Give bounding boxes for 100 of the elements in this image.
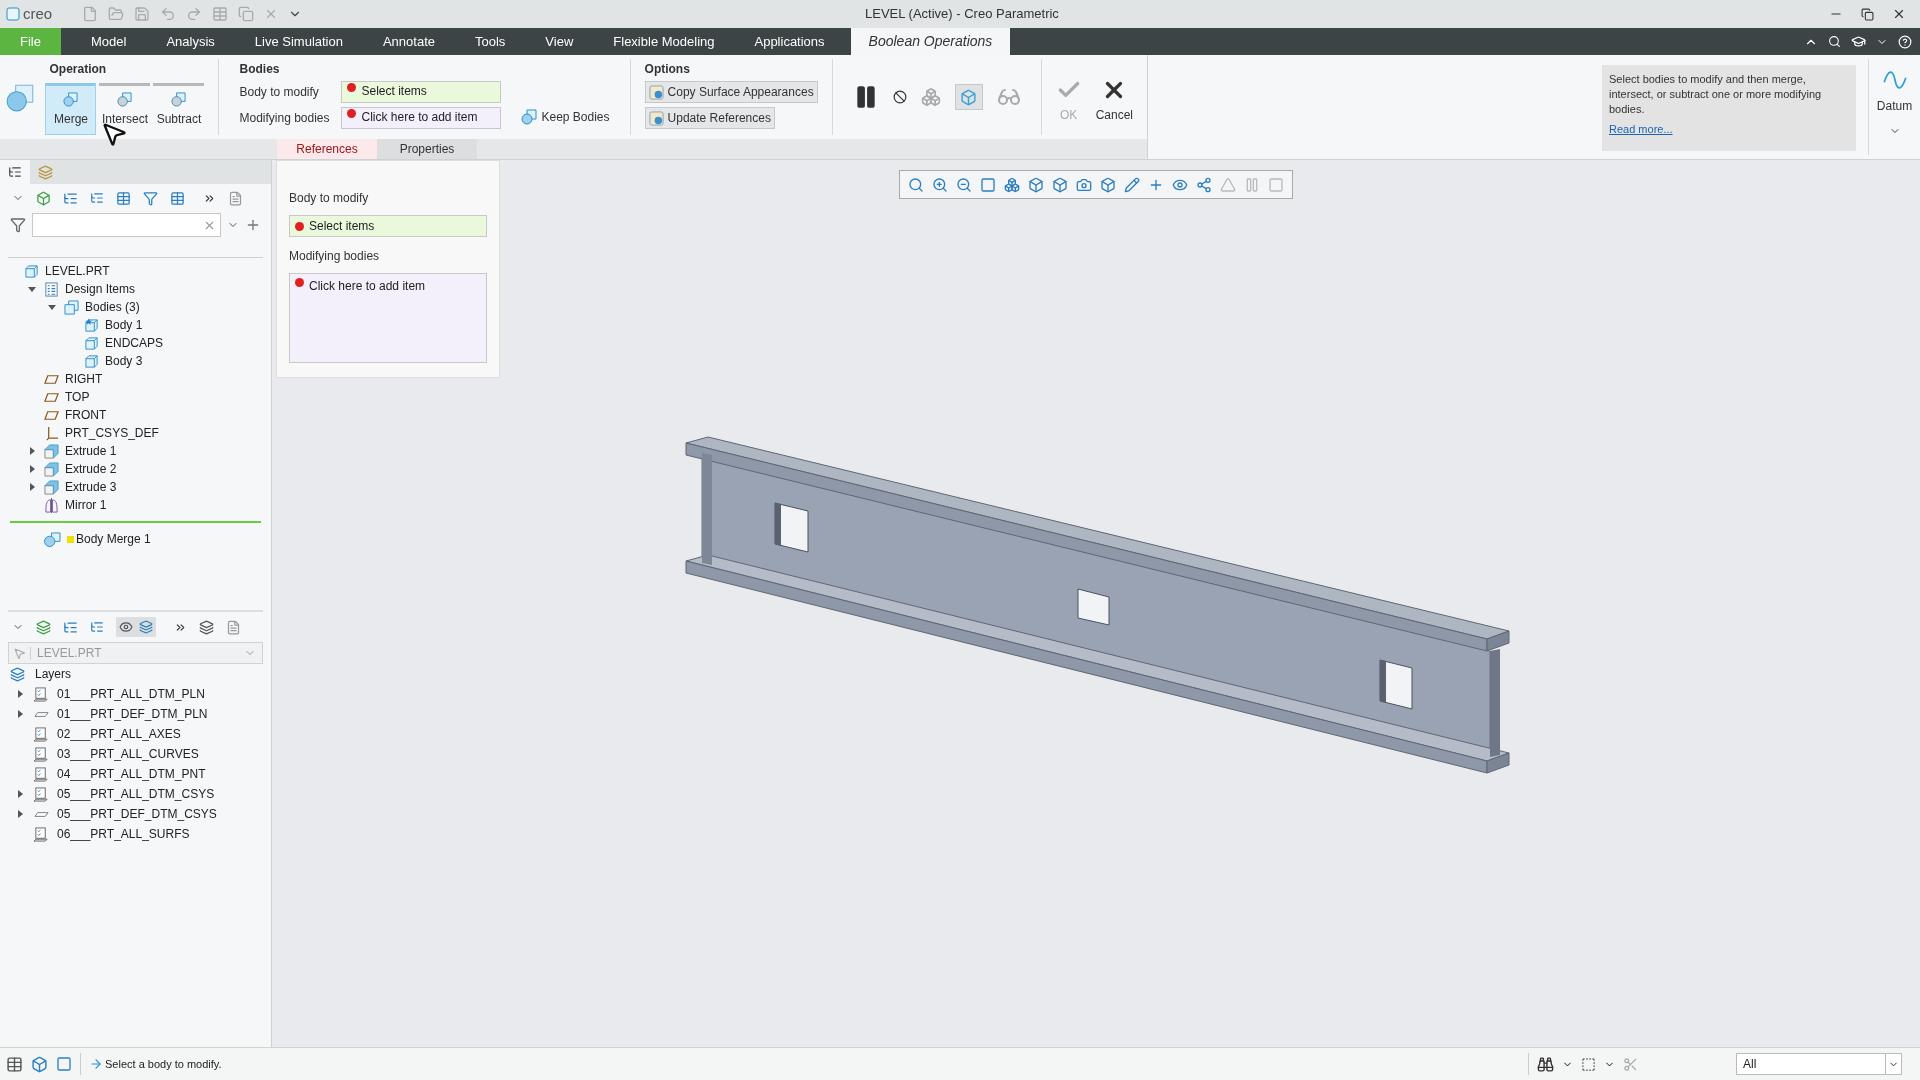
tree-item[interactable]: Extrude 1 [65, 442, 117, 460]
cube-icon [24, 263, 39, 279]
menu-tab[interactable]: Boolean Operations [850, 28, 1011, 55]
cube-view-icon[interactable] [1052, 176, 1068, 193]
menu-tab[interactable]: View [525, 28, 594, 55]
panel-tab[interactable]: Properties [377, 139, 477, 159]
zoom-in-icon[interactable] [932, 176, 948, 193]
expand-arrow-icon[interactable] [28, 465, 36, 473]
tree-filter-icon[interactable] [143, 190, 158, 206]
cancel-button[interactable]: Cancel [1095, 77, 1133, 124]
tree-item[interactable]: RIGHT [65, 370, 103, 388]
show-layer-button[interactable] [116, 617, 136, 637]
layer-checklist-icon [34, 766, 49, 782]
learning-icon[interactable] [1851, 34, 1866, 49]
layer-properties-icon[interactable] [199, 619, 214, 635]
tree-item[interactable]: 02___PRT_ALL_AXES [57, 725, 181, 743]
model-tree-tab-icon[interactable] [8, 165, 22, 179]
close-icon[interactable] [1892, 7, 1906, 21]
search-field[interactable] [31, 213, 222, 237]
tree-item[interactable]: Body Merge 1 [76, 530, 151, 548]
field-label: Modifying bodies [239, 110, 331, 127]
tree-item[interactable]: 05___PRT_ALL_DTM_CSYS [57, 785, 215, 803]
menu-tab[interactable]: Tools [455, 28, 526, 55]
extrude-icon [44, 443, 59, 459]
menu-tab[interactable]: Live Simulation [234, 28, 363, 55]
verify-button[interactable] [954, 84, 983, 110]
square-icon[interactable] [980, 176, 996, 193]
cube-icon[interactable] [36, 190, 51, 206]
list-icon[interactable] [90, 191, 104, 205]
window-icon[interactable] [56, 1056, 72, 1072]
expand-arrow-icon[interactable] [16, 810, 24, 818]
expand-arrow-icon[interactable] [28, 483, 36, 491]
tree-item[interactable]: 01___PRT_DEF_DTM_PLN [57, 705, 208, 723]
stop-icon[interactable] [892, 90, 907, 104]
search-icon[interactable] [1828, 35, 1841, 48]
tree-item[interactable]: Layers [35, 665, 72, 683]
selection-filter[interactable]: All [1736, 1053, 1902, 1075]
selection-field[interactable]: Click here to add item [341, 107, 502, 129]
expand-arrow-icon[interactable] [16, 710, 24, 718]
option-button[interactable]: Copy Surface Appearances [644, 81, 818, 103]
document-icon[interactable] [228, 190, 243, 206]
tree-item[interactable]: FRONT [65, 406, 107, 424]
tree-item[interactable]: 03___PRT_ALL_CURVES [57, 745, 199, 763]
selection-field[interactable]: Select items [289, 215, 487, 237]
wireframe-cube-icon[interactable] [1100, 176, 1116, 193]
filter-icon [10, 217, 26, 233]
help-icon[interactable] [1898, 34, 1912, 49]
sphere-cube-icon [171, 92, 187, 107]
tree-item[interactable]: Design Items [65, 280, 136, 298]
tree-item[interactable]: 05___PRT_DEF_DTM_CSYS [57, 805, 217, 823]
menu-tab[interactable]: Annotate [362, 28, 455, 55]
document-icon[interactable] [226, 619, 241, 635]
menu-tab[interactable]: Analysis [146, 28, 235, 55]
restore-icon[interactable] [1861, 7, 1874, 21]
tree-icon[interactable] [63, 190, 78, 206]
zoom-out-icon[interactable] [956, 176, 972, 193]
tree-item[interactable]: TOP [65, 388, 90, 406]
operation-button[interactable]: Merge [45, 83, 97, 135]
tree-item[interactable]: Extrude 2 [65, 460, 117, 478]
selection-field[interactable]: Select items [341, 81, 502, 103]
menu-tab[interactable]: Model [70, 28, 147, 55]
datum-label[interactable]: Datum [1876, 97, 1913, 115]
keep-bodies-button[interactable]: Keep Bodies [521, 108, 610, 126]
tree-item[interactable]: Extrude 3 [65, 478, 117, 496]
panel-tab[interactable]: References [277, 139, 377, 159]
cube-star-icon [84, 317, 99, 333]
menu-tab[interactable]: Applications [734, 28, 845, 55]
selection-box-icon[interactable] [1581, 1056, 1596, 1072]
option-button[interactable]: Update References [644, 107, 775, 129]
selection-field[interactable]: Click here to add item [289, 273, 487, 363]
tree-item[interactable]: Body 3 [105, 352, 143, 370]
tree-item[interactable]: 04___PRT_ALL_DTM_PNT [57, 765, 206, 783]
layer-item-button[interactable] [136, 617, 156, 637]
collapse-arrow-icon[interactable] [28, 285, 36, 293]
operation-button[interactable]: Subtract [153, 83, 205, 135]
layers-icon[interactable] [36, 619, 51, 635]
tree-item[interactable]: LEVEL.PRT [45, 262, 110, 280]
tree-icon[interactable] [63, 619, 78, 635]
tree-item[interactable]: Bodies (3) [85, 298, 140, 316]
cube-icon[interactable] [1028, 176, 1044, 193]
collapse-arrow-icon[interactable] [48, 303, 56, 311]
camera-icon[interactable] [1076, 176, 1092, 193]
tree-item[interactable]: ENDCAPS [105, 334, 163, 352]
zoom-fit-icon[interactable] [908, 176, 924, 193]
expand-arrow-icon[interactable] [28, 447, 36, 455]
read-more-link[interactable]: Read more... [1609, 121, 1849, 138]
menu-tab[interactable]: Flexible Modeling [593, 28, 735, 55]
expand-arrow-icon[interactable] [16, 690, 24, 698]
expand-arrow-icon[interactable] [16, 790, 24, 798]
branch-icon[interactable] [1196, 176, 1212, 193]
add-icon[interactable] [245, 217, 261, 233]
table-icon[interactable] [170, 190, 185, 206]
tree-item[interactable]: PRT_CSYS_DEF [65, 424, 159, 442]
tree-item[interactable]: 01___PRT_ALL_DTM_PLN [57, 685, 205, 703]
tree-item[interactable]: 06___PRT_ALL_SURFS [57, 825, 190, 843]
cube-icon [84, 335, 99, 351]
tree-item[interactable]: Body 1 [105, 316, 143, 334]
tree-item[interactable]: Mirror 1 [65, 496, 107, 514]
find-icon[interactable] [1537, 1055, 1554, 1073]
list-icon[interactable] [90, 620, 104, 634]
